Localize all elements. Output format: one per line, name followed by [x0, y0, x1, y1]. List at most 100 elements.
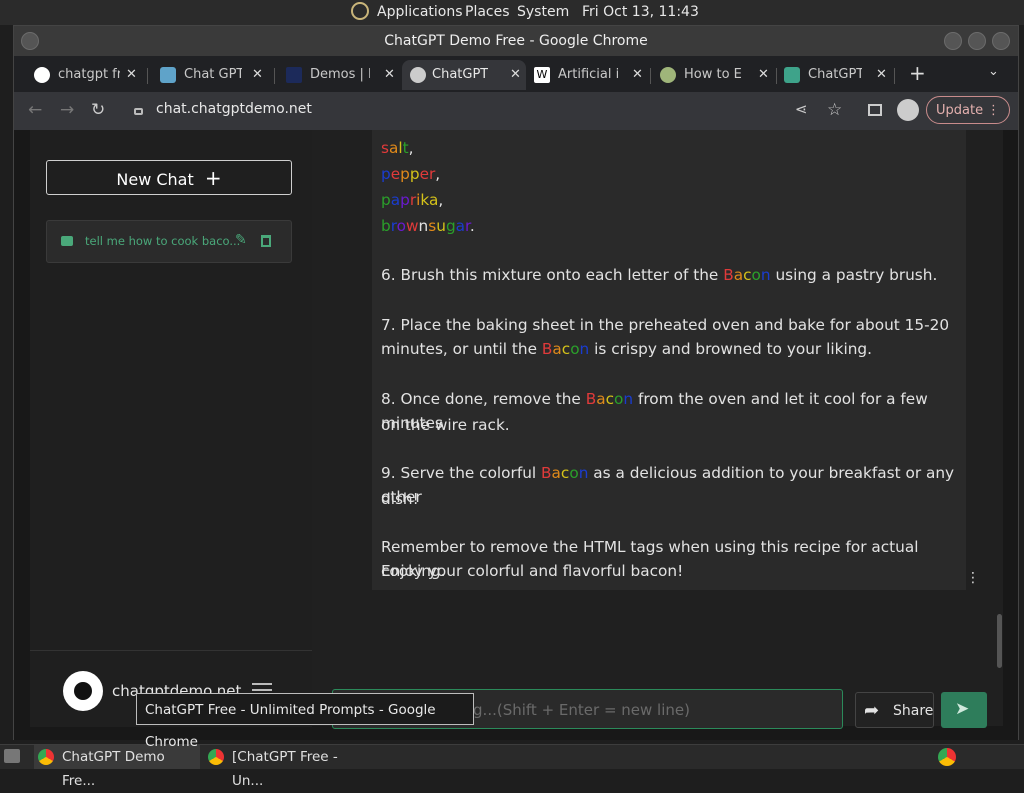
theme-toggle-button[interactable]: [63, 671, 103, 711]
colored-letter: a: [551, 464, 561, 482]
colored-letter: n: [418, 217, 429, 235]
colored-letter: B: [541, 464, 552, 482]
colored-letter: n: [578, 464, 589, 482]
colored-letter: a: [390, 191, 401, 209]
colored-letter: p: [400, 165, 410, 183]
applications-menu[interactable]: Applications: [377, 4, 463, 20]
step-text: minutes, or until the: [381, 340, 538, 358]
step-6: 6. Brush this mixture onto each letter o…: [381, 263, 937, 287]
colorful-line: brownsugar.: [381, 214, 475, 238]
openai-icon: [784, 67, 800, 83]
howto-icon: [660, 67, 676, 83]
new-chat-label: New Chat: [116, 170, 194, 189]
share-page-icon[interactable]: ⋖: [795, 100, 808, 118]
trash-icon[interactable]: [261, 235, 271, 247]
step-text: 6. Brush this mixture onto each letter o…: [381, 266, 719, 284]
sidebar: New Chat + tell me how to cook baco... ✎: [30, 130, 312, 726]
colored-letter: e: [390, 165, 401, 183]
tab-how-to-em[interactable]: How to Em ✕: [654, 60, 772, 90]
colored-letter: o: [751, 266, 761, 284]
back-icon[interactable]: ←: [28, 100, 42, 120]
close-tab-icon[interactable]: ✕: [384, 60, 395, 90]
chat-history-item[interactable]: tell me how to cook baco... ✎: [46, 220, 292, 263]
bookmark-star-icon[interactable]: ☆: [827, 100, 842, 120]
tab-chatgpt-demo-active[interactable]: ChatGPT D ✕: [402, 60, 526, 90]
colored-letter: a: [428, 191, 439, 209]
tab-separator: [776, 68, 777, 84]
lock-icon[interactable]: [134, 108, 143, 115]
colored-letter: B: [541, 340, 553, 358]
sun-icon: [74, 682, 92, 700]
close-tab-icon[interactable]: ✕: [510, 60, 521, 90]
colored-letter: p: [409, 165, 420, 183]
close-tab-icon[interactable]: ✕: [876, 60, 887, 90]
demos-icon: [286, 67, 302, 83]
tab-chat-gpt-c[interactable]: Chat GPT C ✕: [154, 60, 266, 90]
step-7-line-1: 7. Place the baking sheet in the preheat…: [381, 316, 950, 334]
tab-search-chevron-icon[interactable]: ⌄: [988, 64, 999, 79]
tab-label: ChatGPT F: [808, 67, 862, 82]
colored-letter: ,: [438, 191, 444, 209]
maximize-button[interactable]: [968, 32, 986, 50]
clock[interactable]: Fri Oct 13, 11:43: [582, 4, 699, 20]
colored-letter: o: [614, 390, 624, 408]
step-8-line-2: on the wire rack.: [381, 416, 510, 434]
colored-letter: c: [605, 390, 615, 408]
colored-letter: B: [723, 266, 734, 284]
chrome-icon: [208, 749, 224, 765]
forward-icon[interactable]: →: [60, 100, 74, 120]
tab-demos[interactable]: Demos | In ✕: [280, 60, 398, 90]
tab-strip: chatgpt fre ✕ Chat GPT C ✕ Demos | In ✕ …: [14, 56, 1018, 92]
send-button[interactable]: ➤: [941, 692, 987, 728]
side-panel-icon[interactable]: [868, 104, 882, 116]
globe-icon: [410, 67, 426, 83]
new-tab-icon[interactable]: +: [909, 61, 926, 85]
tray-chrome-icon[interactable]: [938, 748, 956, 766]
window-menu-button[interactable]: [21, 32, 39, 50]
scrollbar-thumb[interactable]: [997, 614, 1002, 668]
tab-chatgpt-f[interactable]: ChatGPT F ✕: [778, 60, 888, 90]
edit-pencil-icon[interactable]: ✎: [235, 232, 247, 248]
taskbar-item-chatgpt-free[interactable]: [ChatGPT Free - Un...: [204, 745, 370, 789]
minimize-button[interactable]: [944, 32, 962, 50]
mate-logo-icon[interactable]: [351, 2, 369, 20]
tab-label: Chat GPT C: [184, 67, 242, 82]
tab-separator: [650, 68, 651, 84]
tab-artificial-intelligence[interactable]: W Artificial in ✕: [528, 60, 646, 90]
profile-avatar-icon[interactable]: [897, 99, 919, 121]
new-chat-button[interactable]: New Chat +: [46, 160, 292, 195]
close-tab-icon[interactable]: ✕: [758, 60, 769, 90]
colored-letter: B: [585, 390, 597, 408]
message-options-icon[interactable]: ⋮: [966, 570, 980, 586]
step-text: 9. Serve the colorful: [381, 464, 537, 482]
step-9-line-2: dish!: [381, 490, 419, 508]
colored-letter: ,: [435, 165, 441, 183]
tab-separator: [274, 68, 275, 84]
bacon-word: Bacon: [586, 390, 633, 408]
close-tab-icon[interactable]: ✕: [252, 60, 263, 90]
close-tab-icon[interactable]: ✕: [126, 60, 137, 90]
tab-label: ChatGPT D: [432, 67, 488, 82]
colored-letter: o: [396, 217, 407, 235]
tab-chatgpt-free-search[interactable]: chatgpt fre ✕: [28, 60, 140, 90]
close-tab-icon[interactable]: ✕: [632, 60, 643, 90]
address-bar[interactable]: chat.chatgptdemo.net: [156, 101, 312, 117]
step-9-line-1: 9. Serve the colorful Bacon as a delicio…: [381, 461, 966, 509]
colored-letter: b: [381, 217, 391, 235]
colored-letter: g: [445, 217, 456, 235]
colored-letter: u: [436, 217, 446, 235]
window-title: ChatGPT Demo Free - Google Chrome: [384, 33, 648, 49]
colored-letter: a: [552, 340, 562, 358]
places-menu[interactable]: Places: [465, 4, 510, 20]
colored-letter: n: [760, 266, 771, 284]
tab-separator: [147, 68, 148, 84]
colored-letter: a: [596, 390, 606, 408]
system-menu[interactable]: System: [517, 4, 569, 20]
share-button[interactable]: ➦ Share: [855, 692, 934, 728]
show-desktop-icon[interactable]: [4, 749, 20, 763]
window-titlebar[interactable]: ChatGPT Demo Free - Google Chrome: [14, 26, 1018, 56]
update-button[interactable]: Update ⋮: [926, 96, 1010, 124]
reload-icon[interactable]: ↻: [91, 100, 105, 120]
colored-letter: ,: [408, 139, 414, 157]
close-window-button[interactable]: [992, 32, 1010, 50]
